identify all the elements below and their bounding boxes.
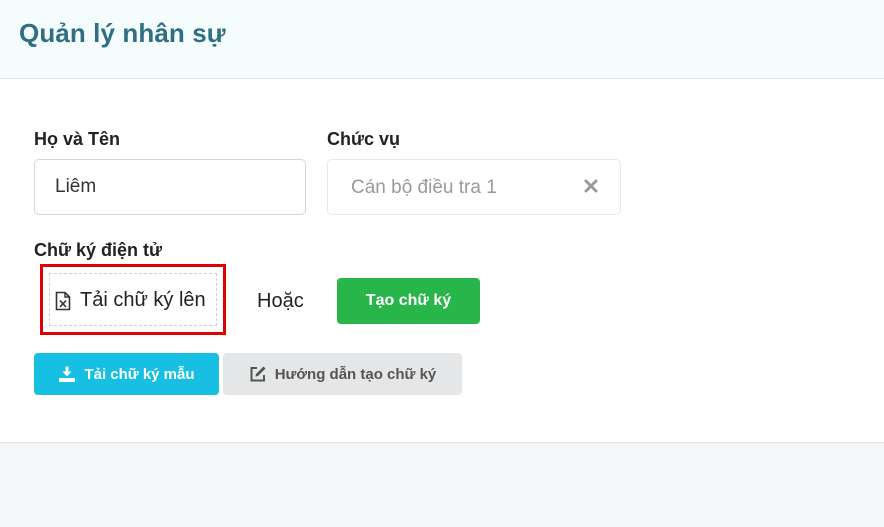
- name-label: Họ và Tên: [34, 129, 121, 149]
- download-sample-signature-button[interactable]: Tải chữ ký mẫu: [34, 353, 219, 395]
- excel-file-icon: [55, 291, 71, 311]
- edit-icon: [250, 366, 266, 382]
- create-signature-button[interactable]: Tạo chữ ký: [337, 278, 480, 324]
- position-select[interactable]: Cán bộ điều tra 1: [327, 159, 621, 215]
- page-title: Quản lý nhân sự: [19, 18, 226, 48]
- signature-guide-label: Hướng dẫn tạo chữ ký: [274, 365, 437, 383]
- position-selected-value: Cán bộ điều tra 1: [351, 177, 497, 198]
- page-header: Quản lý nhân sự: [0, 0, 884, 79]
- close-icon[interactable]: [582, 177, 600, 195]
- signature-guide-button[interactable]: Hướng dẫn tạo chữ ký: [223, 353, 462, 395]
- or-text: Hoặc: [257, 290, 304, 312]
- download-icon: [59, 366, 76, 382]
- signature-label: Chữ ký điện tử: [34, 240, 163, 260]
- download-sample-label: Tải chữ ký mẫu: [84, 365, 195, 383]
- upload-signature-area[interactable]: Tải chữ ký lên: [40, 264, 226, 335]
- name-input[interactable]: [34, 159, 306, 215]
- staff-form: Họ và Tên Chức vụ Cán bộ điều tra 1 Chữ …: [0, 79, 884, 443]
- upload-signature-label: Tải chữ ký lên: [80, 289, 206, 311]
- position-label: Chức vụ: [327, 129, 401, 149]
